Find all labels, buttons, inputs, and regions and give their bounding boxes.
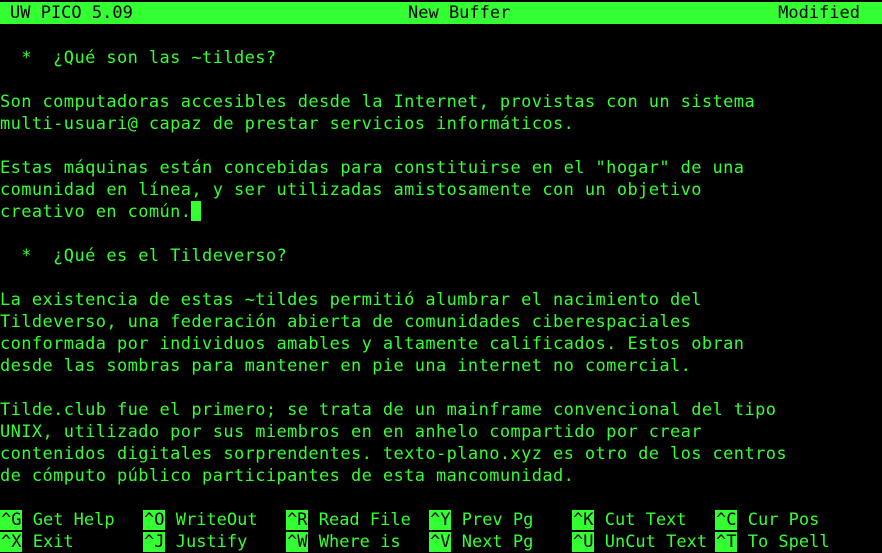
editor-line: Son computadoras accesibles desde la Int…	[0, 92, 756, 112]
editor-line: * ¿Qué es el Tildeverso?	[0, 246, 288, 266]
editor-line: UNIX, utilizado por sus miembros en en a…	[0, 422, 702, 442]
editor-line: desde las sombras para mantener en pie u…	[0, 356, 692, 376]
shortcut-read-file[interactable]: ^R Read File	[286, 509, 411, 531]
shortcut-justify[interactable]: ^J Justify	[143, 531, 247, 553]
shortcut-key: ^J	[143, 532, 166, 552]
shortcut-writeout[interactable]: ^O WriteOut	[143, 509, 258, 531]
editor-line: creativo en común.	[0, 202, 192, 222]
shortcut-label: To Spell	[737, 532, 830, 552]
shortcut-label: Exit	[22, 532, 74, 552]
shortcut-key: ^X	[0, 532, 23, 552]
shortcut-uncut-text[interactable]: ^U UnCut Text	[572, 531, 707, 553]
shortcut-key: ^Y	[429, 510, 452, 530]
shortcut-label: Read File	[308, 510, 411, 530]
shortcut-where-is[interactable]: ^W Where is	[286, 531, 401, 553]
text-cursor	[191, 201, 202, 221]
shortcut-key: ^V	[429, 532, 452, 552]
shortcut-label: WriteOut	[165, 510, 258, 530]
shortcut-cut-text[interactable]: ^K Cut Text	[572, 509, 687, 531]
shortcut-label: Justify	[165, 532, 248, 552]
shortcut-label: UnCut Text	[594, 532, 708, 552]
editor-line: * ¿Qué son las ~tildes?	[0, 48, 277, 68]
editor-line: La existencia de estas ~tildes permitió …	[0, 290, 702, 310]
shortcut-key: ^C	[715, 510, 738, 530]
shortcut-key: ^K	[572, 510, 595, 530]
shortcut-next-page[interactable]: ^V Next Pg	[429, 531, 533, 553]
editor-line: contenidos digitales sorprendentes. text…	[0, 444, 787, 464]
editor-line: Estas máquinas están concebidas para con…	[0, 158, 745, 178]
shortcut-key: ^O	[143, 510, 166, 530]
shortcut-label: Next Pg	[451, 532, 534, 552]
shortcut-label: Get Help	[22, 510, 115, 530]
shortcut-label: Prev Pg	[451, 510, 534, 530]
shortcut-key: ^T	[715, 532, 738, 552]
shortcut-key: ^R	[286, 510, 309, 530]
editor-line: conformada por individuos amables y alta…	[0, 334, 745, 354]
shortcut-label: Cur Pos	[737, 510, 820, 530]
shortcut-get-help[interactable]: ^G Get Help	[0, 509, 115, 531]
editor-line: Tilde.club fue el primero; se trata de u…	[0, 400, 777, 420]
editor-area[interactable]: * ¿Qué son las ~tildes? Son computadoras…	[0, 0, 882, 552]
editor-line: multi-usuari@ capaz de prestar servicios…	[0, 114, 575, 134]
shortcut-key: ^U	[572, 532, 595, 552]
shortcut-to-spell[interactable]: ^T To Spell	[715, 531, 830, 553]
shortcut-label: Where is	[308, 532, 401, 552]
shortcut-key: ^G	[0, 510, 23, 530]
editor-line: comunidad en línea, y ser utilizadas ami…	[0, 180, 702, 200]
editor-line-cursor: creativo en común.	[0, 201, 202, 223]
editor-line: de cómputo público participantes de esta…	[0, 466, 575, 486]
shortcut-label: Cut Text	[594, 510, 687, 530]
shortcut-exit[interactable]: ^X Exit	[0, 531, 74, 553]
shortcut-key: ^W	[286, 532, 309, 552]
editor-line: Tildeverso, una federación abierta de co…	[0, 312, 692, 332]
shortcut-prev-page[interactable]: ^Y Prev Pg	[429, 509, 533, 531]
shortcut-cur-pos[interactable]: ^C Cur Pos	[715, 509, 819, 531]
